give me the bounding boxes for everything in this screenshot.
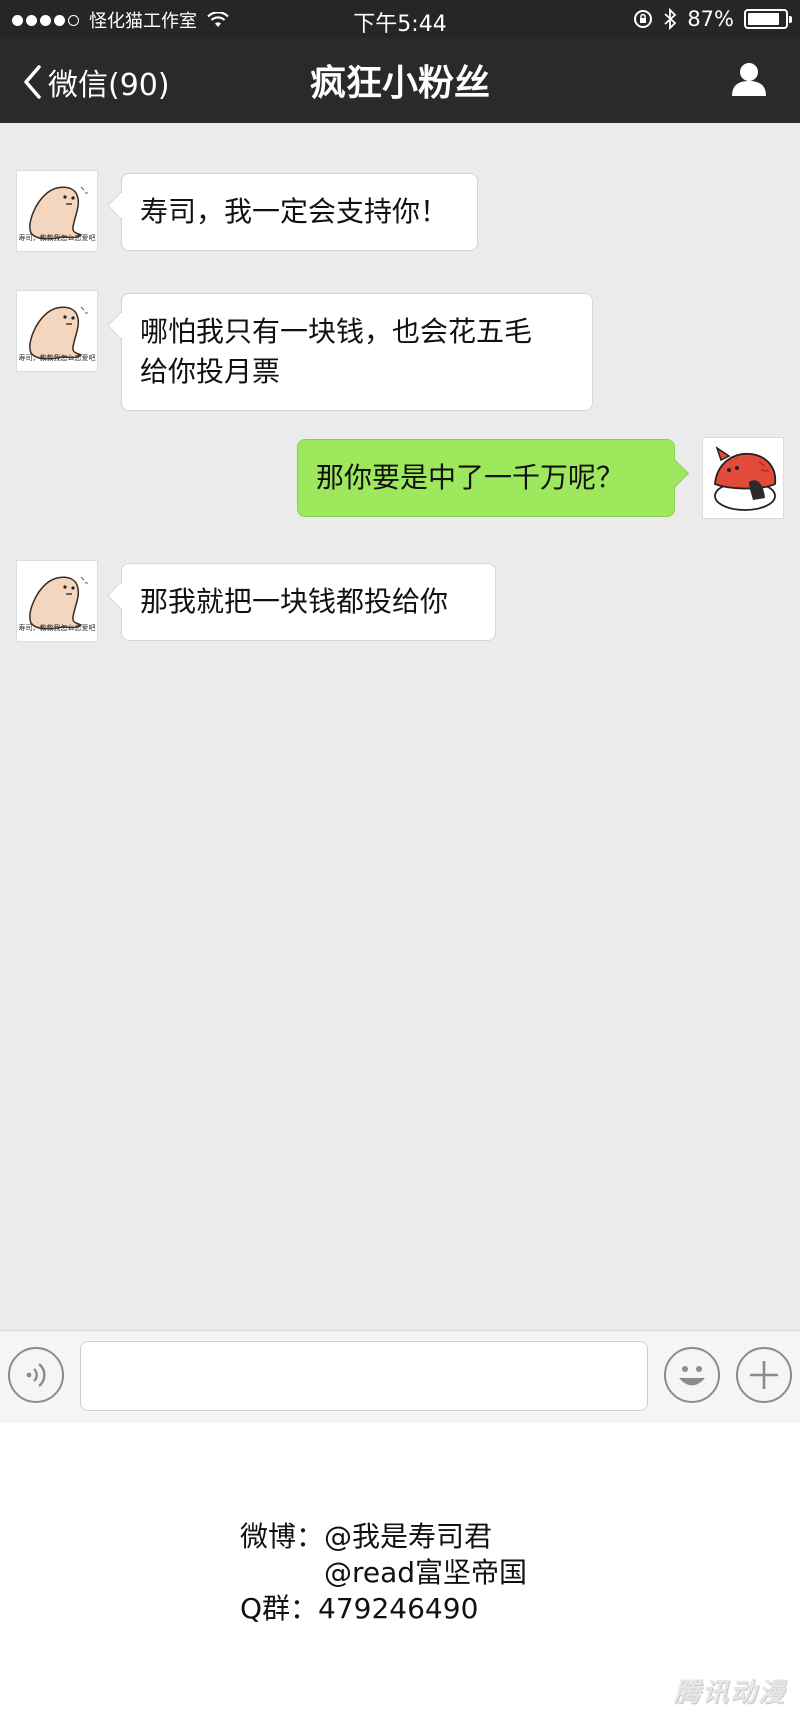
qq-group-label: Q群： (240, 1592, 319, 1625)
status-bar: 怪化猫工作室 下午5:44 87% (0, 0, 800, 38)
sender-avatar[interactable]: 寿司，教教我怎么恋爱吧 (16, 560, 98, 642)
chat-area[interactable]: 寿司，教教我怎么恋爱吧 寿司，我一定会支持你！ 寿司，教教我怎么恋爱吧 哪怕我只… (0, 123, 800, 1330)
received-message-bubble[interactable]: 寿司，我一定会支持你！ (121, 173, 478, 251)
message-text-line: 哪怕我只有一块钱，也会花五毛 (140, 315, 533, 348)
message-text: 寿司，我一定会支持你！ (140, 195, 449, 228)
footer: 微博：@我是寿司君 @read富坚帝国 Q群：479246490 腾讯动漫 (0, 1423, 800, 1719)
avatar-caption: 寿司，教教我怎么恋爱吧 (18, 354, 96, 362)
voice-input-button[interactable] (8, 1347, 64, 1403)
input-bar (0, 1330, 800, 1423)
sender-avatar[interactable]: 寿司，教教我怎么恋爱吧 (16, 290, 98, 372)
avatar-caption: 寿司，教教我怎么恋爱吧 (18, 234, 96, 242)
chat-title: 疯狂小粉丝 (309, 63, 490, 104)
qq-group-number: 479246490 (318, 1592, 479, 1625)
sushi-cat-avatar-icon (714, 446, 777, 511)
qq-group-line: Q群：479246490 (240, 1587, 478, 1627)
weibo-account-2: @read富坚帝国 (324, 1556, 528, 1589)
avatar-caption: 寿司，教教我怎么恋爱吧 (18, 624, 96, 632)
bluetooth-icon (664, 8, 677, 30)
message-text: 那我就把一块钱都投给你 (140, 585, 449, 618)
battery-percent: 87% (687, 7, 734, 31)
more-options-button[interactable] (736, 1347, 792, 1403)
plus-icon (750, 1361, 778, 1389)
battery-icon (744, 9, 792, 29)
user-profile-icon (732, 63, 766, 96)
emoji-button[interactable] (664, 1347, 720, 1403)
watermark-logo: 腾讯动漫 (673, 1678, 786, 1708)
own-avatar[interactable] (702, 437, 784, 519)
contact-info-button[interactable] (730, 60, 768, 102)
sent-message-bubble[interactable]: 那你要是中了一千万呢？ (297, 439, 675, 517)
emoji-icon (679, 1366, 705, 1386)
received-message-bubble[interactable]: 那我就把一块钱都投给你 (121, 563, 496, 641)
message-text: 那你要是中了一千万呢？ (316, 461, 625, 494)
battery-fill (748, 13, 780, 25)
rotation-lock-icon (634, 10, 653, 28)
received-message-bubble[interactable]: 哪怕我只有一块钱，也会花五毛 给你投月票 (121, 293, 593, 411)
weibo-line: 微博：@我是寿司君 (240, 1515, 492, 1555)
sender-avatar[interactable]: 寿司，教教我怎么恋爱吧 (16, 170, 98, 252)
message-input[interactable] (80, 1341, 648, 1411)
weibo-label: 微博： (240, 1520, 325, 1553)
navigation-bar: 微信(90) 疯狂小粉丝 (0, 38, 800, 123)
weibo-account-1: @我是寿司君 (324, 1520, 493, 1553)
status-right: 87% (633, 7, 792, 31)
message-text-line: 给你投月票 (140, 355, 281, 388)
voice-icon (26, 1363, 46, 1387)
